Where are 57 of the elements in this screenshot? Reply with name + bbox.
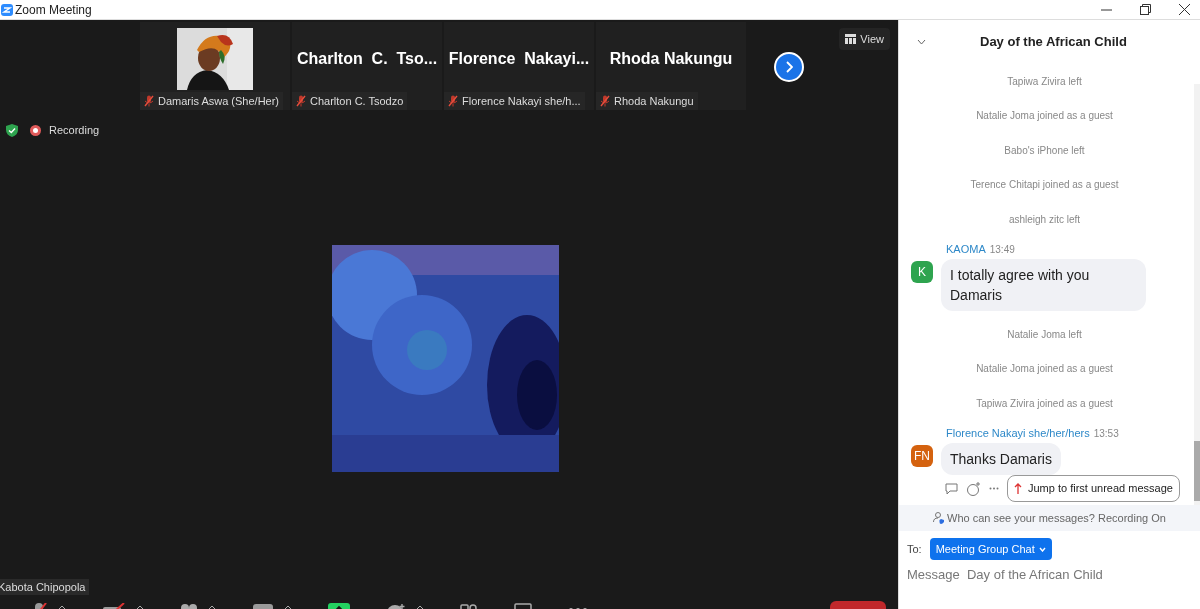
name-label: Florence Nakayi she/h... [444,92,585,110]
person-shield-icon [933,512,945,524]
caret-icon[interactable] [284,605,292,609]
view-button[interactable]: View [839,28,890,50]
video-tile[interactable]: Charlton C. Tso... Charlton C. Tsodzo [292,22,442,110]
name-label: Rhoda Nakungu [596,92,698,110]
arrow-up-icon [1014,483,1022,494]
participant-name: Charlton C. Tso... [296,49,438,69]
caret-icon[interactable] [208,605,216,609]
avatar: K [911,261,933,283]
system-message: ashleigh zitc left [1008,212,1081,227]
recipient-dropdown[interactable]: Meeting Group Chat [929,538,1052,560]
message-time: 13:53 [1093,426,1119,441]
system-message: Babo's iPhone left [1004,143,1085,158]
sender-name[interactable]: Florence Nakayi she/her/hers [946,424,1090,441]
add-emoji-icon[interactable] [967,481,981,496]
window-title: Zoom Meeting [15,1,92,19]
recording-icon [30,124,41,136]
participant-name: Rhoda Nakungu [609,49,733,69]
reply-icon[interactable] [945,482,959,495]
sender-name[interactable]: KAOMA [946,240,986,257]
scrollbar[interactable] [1194,84,1200,505]
next-page-button[interactable] [774,52,804,82]
caret-icon[interactable] [416,605,424,609]
chat-title: Day of the African Child [980,33,1127,52]
avatar: FN [911,445,933,467]
system-message: Natalie Joma left [1007,327,1082,342]
grid-icon [845,34,857,44]
system-message: Tapiwa Zivira joined as a guest [976,396,1113,411]
message-time: 13:49 [989,242,1015,257]
to-label: To: [907,541,922,557]
caret-icon [1038,546,1046,552]
collapse-chevron-icon[interactable] [917,39,926,45]
system-message: Natalie Joma joined as a guest [976,109,1113,124]
name-label: Damaris Aswa (She/Her) [140,92,284,110]
more-icon[interactable] [989,487,999,490]
minimize-icon[interactable] [1101,8,1112,11]
caret-icon[interactable] [58,605,66,609]
caret-icon[interactable] [136,605,144,609]
system-message: Natalie Joma joined as a guest [976,362,1113,377]
system-message: Terence Chitapi joined as a guest [970,178,1119,193]
video-tile[interactable]: Florence Nakayi... Florence Nakayi she/h... [444,22,594,110]
shield-check-icon [6,123,18,137]
chevron-right-icon [785,61,793,73]
system-message: Tapiwa Zivira left [1007,74,1082,89]
message-bubble: I totally agree with you Damaris [941,259,1146,311]
name-label: Charlton C. Tsodzo [292,92,408,110]
message-bubble: Thanks Damaris [941,443,1061,475]
video-tile[interactable]: Damaris Aswa (She/Her) [140,22,290,110]
participant-name: Florence Nakayi... [448,49,590,69]
recording-label: Recording [49,122,100,138]
privacy-notice: Who can see your messages? Recording On [899,505,1200,531]
restore-icon[interactable] [1140,4,1151,15]
jump-to-unread-button[interactable]: Jump to first unread message [1007,475,1180,502]
message-input[interactable]: Message Day of the African Child [907,565,1187,585]
video-tile[interactable]: Rhoda Nakungu Rhoda Nakungu [596,22,746,110]
close-icon[interactable] [1179,4,1190,15]
